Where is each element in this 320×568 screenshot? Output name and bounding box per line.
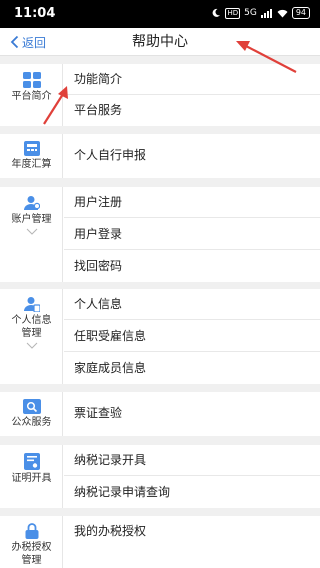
category-label: 平台简介 (11, 91, 52, 102)
menu-item-employment-info[interactable]: 任职受雇信息 (64, 321, 320, 352)
section-personal-info: 个人信息 管理 个人信息 任职受雇信息 家庭成员信息 (0, 289, 320, 384)
page-title: 帮助中心 (132, 34, 188, 50)
category-label: 公众服务 (11, 417, 52, 428)
status-time: 11:04 (14, 6, 56, 21)
category-label-line2: 管理 (21, 328, 42, 339)
menu-item-my-authorization[interactable]: 我的办税授权 (64, 516, 320, 547)
category-label-line2: 管理 (21, 555, 42, 566)
category-label-line1: 办税授权 (11, 542, 52, 553)
nav-bar: 返回 帮助中心 (0, 28, 320, 56)
category-account-management: 账户管理 (0, 187, 63, 282)
status-icons: HD 5G 94 (211, 7, 310, 19)
menu-item-self-declaration[interactable]: 个人自行申报 (64, 140, 320, 171)
menu-item-register[interactable]: 用户注册 (64, 187, 320, 218)
menu-item-ticket-verify[interactable]: 票证查验 (64, 398, 320, 429)
category-public-service: 公众服务 (0, 392, 63, 436)
signal-icon (260, 8, 272, 18)
section-public-service: 公众服务 票证查验 (0, 392, 320, 436)
category-personal-info: 个人信息 管理 (0, 289, 63, 384)
user-info-icon (23, 297, 40, 312)
grid-apps-icon (22, 72, 41, 88)
wifi-icon (277, 9, 288, 17)
category-label: 年度汇算 (11, 159, 52, 170)
category-annual-settlement: 年度汇算 (0, 134, 63, 178)
chevron-down-icon[interactable] (26, 228, 38, 235)
network-label: 5G (244, 8, 257, 18)
lock-icon (25, 523, 38, 539)
certificate-icon (23, 453, 40, 470)
category-certificate-issue: 证明开具 (0, 445, 63, 508)
menu-item-tax-record-issue[interactable]: 纳税记录开具 (64, 445, 320, 476)
moon-icon (213, 8, 221, 17)
hd-icon: HD (225, 7, 241, 19)
chevron-down-icon[interactable] (26, 342, 38, 349)
menu-item-family-info[interactable]: 家庭成员信息 (64, 353, 320, 384)
category-tax-authorization: 办税授权 管理 (0, 516, 63, 568)
section-tax-authorization: 办税授权 管理 我的办税授权 (0, 516, 320, 568)
battery-icon: 94 (291, 7, 310, 19)
menu-item-recover-password[interactable]: 找回密码 (64, 251, 320, 282)
menu-item-login[interactable]: 用户登录 (64, 219, 320, 250)
menu-item-personal-info[interactable]: 个人信息 (64, 289, 320, 320)
status-bar: 11:04 HD 5G 94 (0, 0, 320, 28)
search-doc-icon (22, 399, 41, 414)
section-annual-settlement: 年度汇算 个人自行申报 (0, 134, 320, 178)
menu-item-tax-record-query[interactable]: 纳税记录申请查询 (64, 477, 320, 508)
menu-item-feature-intro[interactable]: 功能简介 (64, 64, 320, 95)
section-certificate-issue: 证明开具 纳税记录开具 纳税记录申请查询 (0, 445, 320, 508)
user-settings-icon (23, 196, 40, 210)
category-platform-intro: 平台简介 (0, 64, 63, 126)
section-account-management: 账户管理 用户注册 用户登录 找回密码 (0, 187, 320, 282)
category-label: 证明开具 (11, 473, 52, 484)
category-label-line1: 个人信息 (11, 315, 52, 326)
category-label: 账户管理 (11, 214, 52, 225)
calculator-icon (23, 141, 40, 156)
section-platform-intro: 平台简介 功能简介 平台服务 (0, 64, 320, 126)
menu-item-platform-service[interactable]: 平台服务 (64, 95, 320, 126)
